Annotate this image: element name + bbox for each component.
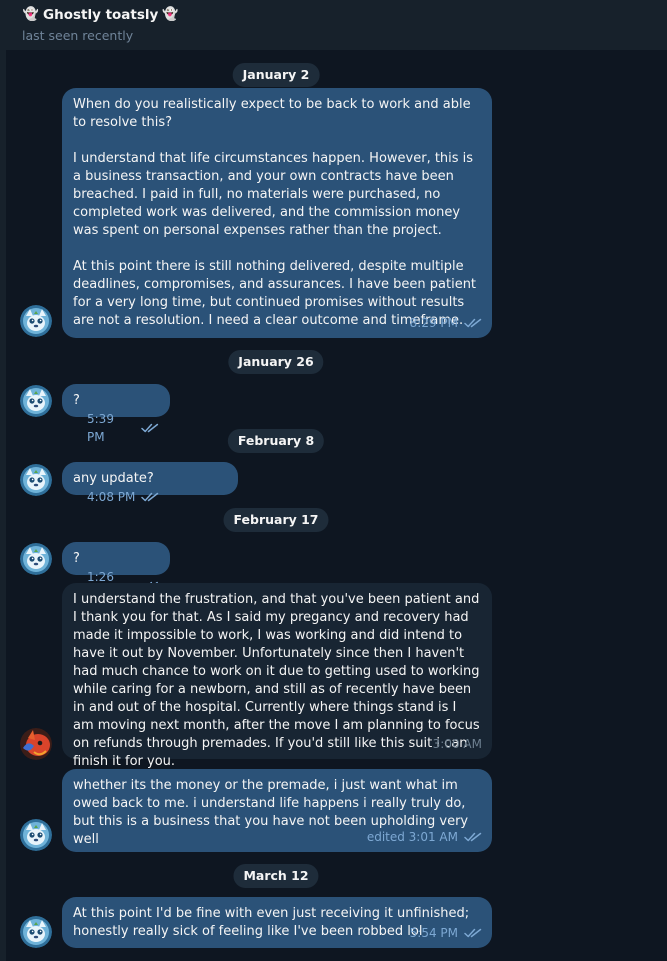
double-check-icon <box>141 492 159 502</box>
message-bubble-outgoing[interactable]: ? 1:26 AM <box>62 542 170 602</box>
contact-name: Ghostly toatsly <box>43 7 159 23</box>
avatar[interactable] <box>20 728 52 760</box>
avatar[interactable] <box>20 305 52 337</box>
message-time: 3:00 AM <box>432 737 482 751</box>
date-separator: February 17 <box>223 508 329 532</box>
message-meta: edited 3:01 AM <box>367 828 482 846</box>
double-check-icon <box>464 832 482 842</box>
message-text: any update? <box>73 471 154 486</box>
avatar[interactable] <box>20 385 52 417</box>
message-meta: 4:08 PM <box>87 488 159 506</box>
message-bubble-outgoing[interactable]: When do you realistically expect to be b… <box>62 88 492 338</box>
date-separator: January 2 <box>232 63 320 87</box>
date-separator: February 8 <box>227 429 325 453</box>
double-check-icon <box>464 928 482 938</box>
message-text: ? <box>73 551 80 566</box>
message-bubble-incoming[interactable]: I understand the frustration, and that y… <box>62 583 492 769</box>
avatar[interactable] <box>20 916 52 948</box>
message-time: 5:39 PM <box>87 412 114 444</box>
message-text: ? <box>73 393 80 408</box>
message-meta: 5:54 PM <box>410 924 482 942</box>
date-separator: March 12 <box>233 864 319 888</box>
message-bubble-outgoing[interactable]: any update? 4:08 PM <box>62 462 238 504</box>
chat-title[interactable]: 👻 Ghostly toatsly 👻 <box>22 6 667 24</box>
ghost-emoji-left: 👻 <box>22 7 40 22</box>
message-time: 4:08 PM <box>87 490 136 504</box>
message-paragraph: When do you realistically expect to be b… <box>73 97 471 130</box>
message-bubble-outgoing[interactable]: At this point I'd be fine with even just… <box>62 897 492 948</box>
message-list[interactable]: January 2 When do you realistically expe… <box>6 50 667 961</box>
avatar[interactable] <box>20 464 52 496</box>
message-time: edited 3:01 AM <box>366 830 458 844</box>
message-meta: 8:29 PM <box>410 314 482 332</box>
chat-header[interactable]: 👻 Ghostly toatsly 👻 last seen recently <box>6 0 667 50</box>
message-bubble-outgoing[interactable]: ? 5:39 PM <box>62 384 170 444</box>
last-seen-status: last seen recently <box>22 28 134 43</box>
message-paragraph: I understand that life circumstances hap… <box>73 151 474 238</box>
message-meta: 5:39 PM <box>87 410 159 446</box>
double-check-icon <box>464 318 482 328</box>
date-separator: January 26 <box>228 350 324 374</box>
double-check-icon <box>141 423 159 433</box>
message-bubble-outgoing[interactable]: whether its the money or the premade, i … <box>62 769 492 852</box>
message-text: I understand the frustration, and that y… <box>73 592 480 769</box>
avatar[interactable] <box>20 543 52 575</box>
avatar[interactable] <box>20 819 52 851</box>
ghost-emoji-right: 👻 <box>162 7 179 22</box>
message-time: 5:54 PM <box>409 926 458 940</box>
message-meta: 3:00 AM <box>433 735 482 753</box>
message-time: 8:29 PM <box>409 316 458 330</box>
